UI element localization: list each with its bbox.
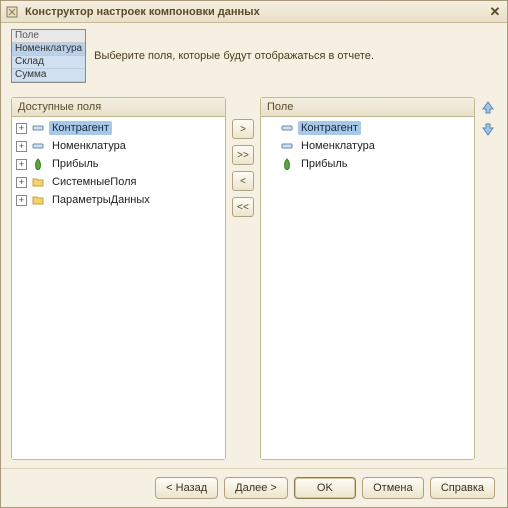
- tree-item-label: Номенклатура: [298, 139, 378, 153]
- dash-icon: [280, 139, 294, 153]
- back-button[interactable]: < Назад: [155, 477, 218, 499]
- close-icon[interactable]: ✕: [487, 4, 503, 20]
- expand-icon[interactable]: +: [16, 123, 27, 134]
- add-all-button[interactable]: >>: [232, 145, 254, 165]
- tree-item[interactable]: Номенклатура: [261, 137, 474, 155]
- tree-item[interactable]: + СистемныеПоля: [12, 173, 225, 191]
- remove-button[interactable]: <: [232, 171, 254, 191]
- green-icon: [31, 157, 45, 171]
- header-area: Поле Номенклатура Склад Сумма Выберите п…: [1, 23, 507, 89]
- available-fields-header: Доступные поля: [12, 98, 225, 117]
- field-preview: Поле Номенклатура Склад Сумма: [11, 29, 86, 83]
- reorder-buttons: [479, 97, 497, 460]
- preview-row: Склад: [12, 56, 85, 69]
- transfer-buttons: > >> < <<: [230, 97, 256, 460]
- tree-item-label: ПараметрыДанных: [49, 193, 153, 207]
- app-icon: [5, 5, 19, 19]
- footer: < Назад Далее > OK Отмена Справка: [1, 468, 507, 507]
- tree-item[interactable]: Прибыль: [261, 155, 474, 173]
- dash-icon: [31, 139, 45, 153]
- dash-icon: [31, 121, 45, 135]
- help-button[interactable]: Справка: [430, 477, 495, 499]
- dialog-window: Конструктор настроек компоновки данных ✕…: [0, 0, 508, 508]
- expand-spacer: [265, 141, 276, 152]
- tree-item-label: Контрагент: [49, 121, 112, 135]
- folder-icon: [31, 175, 45, 189]
- remove-all-button[interactable]: <<: [232, 197, 254, 217]
- tree-item[interactable]: + Контрагент: [12, 119, 225, 137]
- expand-icon[interactable]: +: [16, 159, 27, 170]
- dash-icon: [280, 121, 294, 135]
- available-fields-list[interactable]: + Контрагент + Номенклатура + Прибыль + Системн…: [12, 117, 225, 459]
- tree-item-label: Контрагент: [298, 121, 361, 135]
- tree-item-label: Прибыль: [49, 157, 102, 171]
- titlebar: Конструктор настроек компоновки данных ✕: [1, 1, 507, 23]
- tree-item[interactable]: + ПараметрыДанных: [12, 191, 225, 209]
- expand-spacer: [265, 159, 276, 170]
- tree-item[interactable]: + Прибыль: [12, 155, 225, 173]
- tree-item-label: Номенклатура: [49, 139, 129, 153]
- move-up-icon[interactable]: [480, 99, 496, 115]
- body-area: Доступные поля +Контрагент+Номенклатура+…: [1, 89, 507, 468]
- expand-icon[interactable]: +: [16, 141, 27, 152]
- available-fields-panel: Доступные поля +Контрагент+Номенклатура+…: [11, 97, 226, 460]
- folder-icon: [31, 193, 45, 207]
- expand-icon[interactable]: +: [16, 195, 27, 206]
- instruction-text: Выберите поля, которые будут отображатьс…: [94, 50, 374, 62]
- tree-item-label: Прибыль: [298, 157, 351, 171]
- selected-fields-panel: Поле Контрагент Номенклатура Прибыль: [260, 97, 475, 460]
- move-down-icon[interactable]: [480, 121, 496, 137]
- tree-item-label: СистемныеПоля: [49, 175, 139, 189]
- preview-header: Поле: [12, 30, 85, 43]
- selected-fields-header: Поле: [261, 98, 474, 117]
- green-icon: [280, 157, 294, 171]
- add-button[interactable]: >: [232, 119, 254, 139]
- tree-item[interactable]: + Номенклатура: [12, 137, 225, 155]
- selected-fields-list[interactable]: Контрагент Номенклатура Прибыль: [261, 117, 474, 459]
- expand-icon[interactable]: +: [16, 177, 27, 188]
- ok-button[interactable]: OK: [294, 477, 356, 499]
- preview-row: Сумма: [12, 69, 85, 82]
- expand-spacer: [265, 123, 276, 134]
- window-title: Конструктор настроек компоновки данных: [25, 6, 487, 18]
- tree-item[interactable]: Контрагент: [261, 119, 474, 137]
- preview-row: Номенклатура: [12, 43, 85, 56]
- next-button[interactable]: Далее >: [224, 477, 288, 499]
- cancel-button[interactable]: Отмена: [362, 477, 424, 499]
